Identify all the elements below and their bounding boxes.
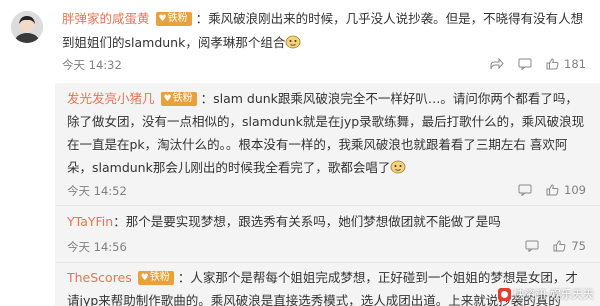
divider [55, 205, 600, 206]
fan-badge-label: 铁粉 [172, 93, 193, 104]
comment-icon [525, 240, 539, 252]
fan-badge: ♥铁粉 [160, 92, 197, 106]
like-button[interactable]: 75 [553, 239, 586, 253]
weibo-comment-thread: 胖弹家的咸蛋黄 ♥铁粉 ：乘风破浪刚出来的时候，几乎没人说抄袭。但是，不晓得有没有人… [0, 0, 600, 306]
comment-button[interactable] [518, 184, 532, 196]
reply-actions: 109 [504, 183, 586, 197]
reply-item: 发光发亮小猪几 ♥铁粉 ：slam dunk跟乘风破浪完全不一样好叭…。请问你两个都… [67, 87, 587, 179]
heart-icon: ♥ [163, 94, 172, 104]
avatar[interactable] [11, 11, 43, 43]
like-button[interactable]: 109 [546, 183, 586, 197]
thumbs-up-icon [553, 240, 566, 252]
reply-list: 发光发亮小猪几 ♥铁粉 ：slam dunk跟乘风破浪完全不一样好叭…。请问你两个都… [55, 83, 600, 306]
fan-badge-label: 铁粉 [167, 13, 188, 24]
heart-icon: ♥ [140, 273, 149, 283]
watermark: 快资讯·娱乐天天 [497, 286, 595, 302]
reply-time: 今天 14:56 [67, 240, 127, 254]
reply-text: ：那个是要实现梦想，跟选秀有关系吗，她们梦想做团就不能做了是吗 [113, 214, 501, 229]
reply-username[interactable]: YTaYFin [67, 214, 113, 229]
share-button[interactable] [490, 58, 504, 70]
doge-face-icon [285, 35, 301, 49]
reply-time: 今天 14:52 [67, 184, 127, 198]
reply-item: YTaYFin：那个是要实现梦想，跟选秀有关系吗，她们梦想做团就不能做了是吗 [67, 210, 587, 233]
reply-username[interactable]: TheScores [67, 270, 132, 285]
fan-badge: ♥铁粉 [137, 271, 174, 285]
like-count: 181 [564, 57, 586, 71]
like-count: 75 [571, 239, 586, 253]
thumbs-up-icon [546, 58, 559, 70]
watermark-text: 快资讯·娱乐天天 [513, 288, 595, 301]
share-icon [490, 58, 504, 70]
comment-actions: 181 [476, 57, 586, 71]
comment-button[interactable] [525, 240, 539, 252]
like-count: 109 [564, 183, 586, 197]
comment-button[interactable] [518, 58, 532, 70]
fan-badge-label: 铁粉 [149, 272, 170, 283]
like-button[interactable]: 181 [546, 57, 586, 71]
thumbs-up-icon [546, 184, 559, 196]
comment-body: 胖弹家的咸蛋黄 ♥铁粉 ：乘风破浪刚出来的时候，几乎没人说抄袭。但是，不晓得有没有人… [62, 7, 592, 55]
comment-username[interactable]: 胖弹家的咸蛋黄 [62, 11, 150, 26]
reply-actions: 75 [511, 239, 586, 253]
reply-username[interactable]: 发光发亮小猪几 [67, 91, 155, 106]
heart-icon: ♥ [158, 14, 167, 24]
watermark-logo-icon [497, 287, 511, 301]
doge-face-icon [390, 160, 406, 174]
top-comment: 胖弹家的咸蛋黄 ♥铁粉 ：乘风破浪刚出来的时候，几乎没人说抄袭。但是，不晓得有没有人… [0, 0, 600, 80]
comment-time: 今天 14:32 [62, 58, 122, 72]
comment-icon [518, 184, 532, 196]
comment-icon [518, 58, 532, 70]
divider [55, 262, 600, 263]
fan-badge: ♥铁粉 [155, 12, 192, 26]
